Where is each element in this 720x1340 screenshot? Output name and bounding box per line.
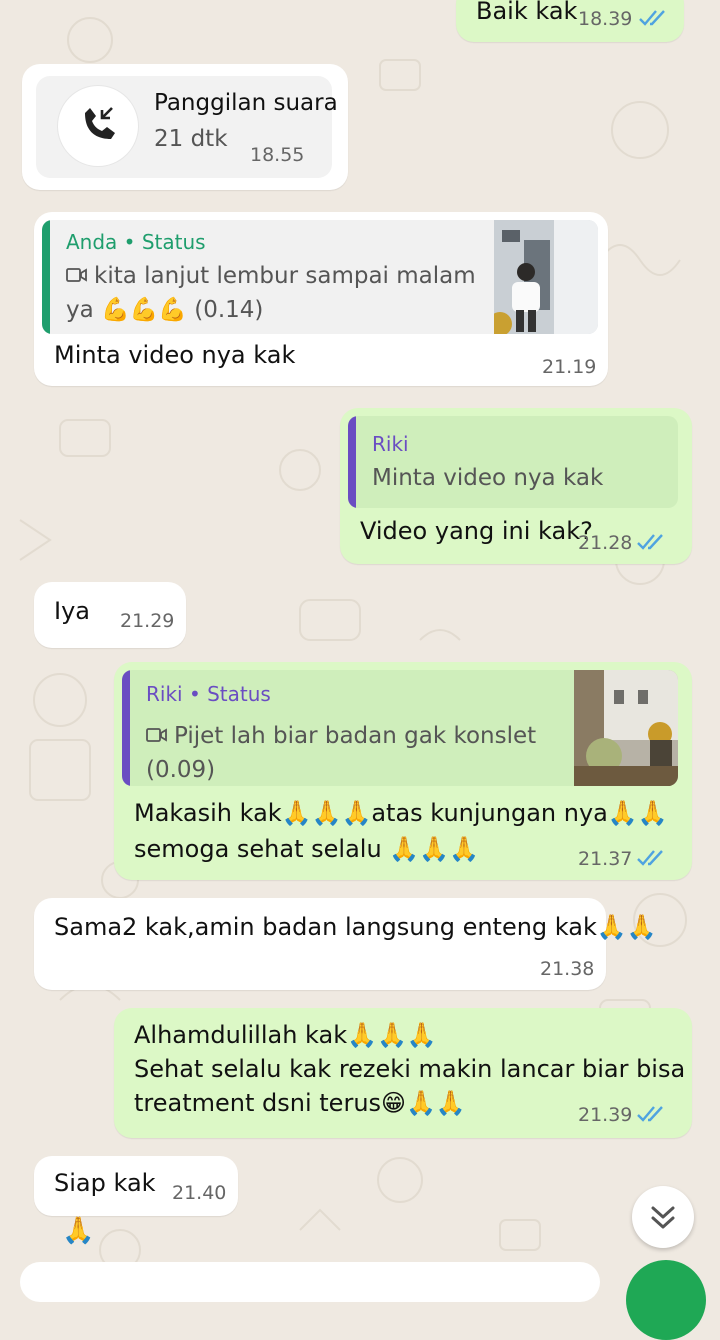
message-time: 18.55	[250, 144, 305, 166]
message-bubble-outgoing[interactable]: Riki • Status Pijet lah biar badan gak k…	[114, 662, 692, 880]
quoted-author: Riki	[372, 432, 409, 456]
quoted-text: ya 💪💪💪 (0.14)	[66, 297, 264, 323]
send-button[interactable]	[626, 1260, 706, 1340]
message-time: 21.38	[540, 958, 595, 980]
read-receipt-icon	[637, 534, 663, 550]
video-icon	[146, 728, 167, 742]
message-text: Sehat selalu kak rezeki makin lancar bia…	[134, 1055, 686, 1083]
message-time: 21.39	[578, 1104, 633, 1126]
read-receipt-icon	[637, 1106, 663, 1122]
message-text: Makasih kak🙏🙏🙏atas kunjungan nya🙏🙏	[134, 799, 668, 827]
message-bubble-incoming[interactable]: Iya 21.29	[34, 582, 186, 648]
call-duration: 21 dtk	[154, 126, 228, 152]
message-text: semoga sehat selalu 🙏🙏🙏	[134, 835, 479, 863]
message-bubble-outgoing[interactable]: Alhamdulillah kak🙏🙏🙏 Sehat selalu kak re…	[114, 1008, 692, 1138]
message-text: Minta video nya kak	[54, 341, 296, 369]
message-text: Iya	[54, 597, 90, 625]
message-bubble-outgoing[interactable]: Riki Minta video nya kak Video yang ini …	[340, 408, 692, 564]
message-text: Baik kak	[476, 0, 578, 25]
quoted-text: (0.09)	[146, 757, 216, 783]
message-text: 🙏	[62, 1216, 95, 1246]
message-time: 18.39	[578, 8, 633, 30]
message-time: 21.28	[578, 532, 633, 554]
message-bubble-incoming[interactable]: Sama2 kak,amin badan langsung enteng kak…	[34, 898, 657, 990]
scroll-to-bottom-button[interactable]	[632, 1186, 694, 1248]
message-bubble-incoming[interactable]: Siap kak 21.40	[34, 1156, 238, 1216]
emoji-message[interactable]: 🙏	[60, 1212, 100, 1252]
status-thumbnail	[494, 220, 598, 334]
status-thumbnail	[574, 670, 678, 786]
incoming-call-icon	[58, 86, 138, 166]
message-bubble-outgoing[interactable]: Baik kak 18.39	[456, 0, 684, 42]
message-text: Siap kak	[54, 1169, 156, 1197]
call-title: Panggilan suara	[154, 90, 338, 116]
message-text: Sama2 kak,amin badan langsung enteng kak…	[54, 913, 657, 941]
quoted-status[interactable]: Riki • Status Pijet lah biar badan gak k…	[122, 670, 678, 786]
video-icon	[66, 268, 87, 282]
quoted-text: kita lanjut lembur sampai malam	[94, 263, 476, 289]
message-time: 21.37	[578, 848, 633, 870]
quoted-author: Riki • Status	[146, 682, 271, 706]
quoted-author: Anda • Status	[66, 230, 206, 254]
message-text: Video yang ini kak?	[360, 517, 593, 545]
quoted-text: Minta video nya kak	[372, 465, 604, 491]
read-receipt-icon	[637, 850, 663, 866]
message-time: 21.19	[542, 356, 597, 378]
message-text: treatment dsni terus😁🙏🙏	[134, 1089, 466, 1117]
message-bubble-incoming[interactable]: Anda • Status kita lanjut lembur sampai …	[34, 212, 608, 386]
quoted-message[interactable]: Riki Minta video nya kak	[348, 416, 678, 508]
message-text: Alhamdulillah kak🙏🙏🙏	[134, 1021, 437, 1049]
message-time: 21.29	[120, 610, 175, 632]
message-time: 21.40	[172, 1182, 227, 1204]
message-input-bar[interactable]	[20, 1262, 600, 1302]
voice-call-bubble[interactable]: Panggilan suara 21 dtk 18.55	[22, 64, 348, 190]
double-chevron-down-icon	[651, 1206, 675, 1229]
quoted-text: Pijet lah biar badan gak konslet	[174, 723, 537, 749]
read-receipt-icon	[639, 10, 665, 26]
quoted-status[interactable]: Anda • Status kita lanjut lembur sampai …	[42, 220, 598, 334]
